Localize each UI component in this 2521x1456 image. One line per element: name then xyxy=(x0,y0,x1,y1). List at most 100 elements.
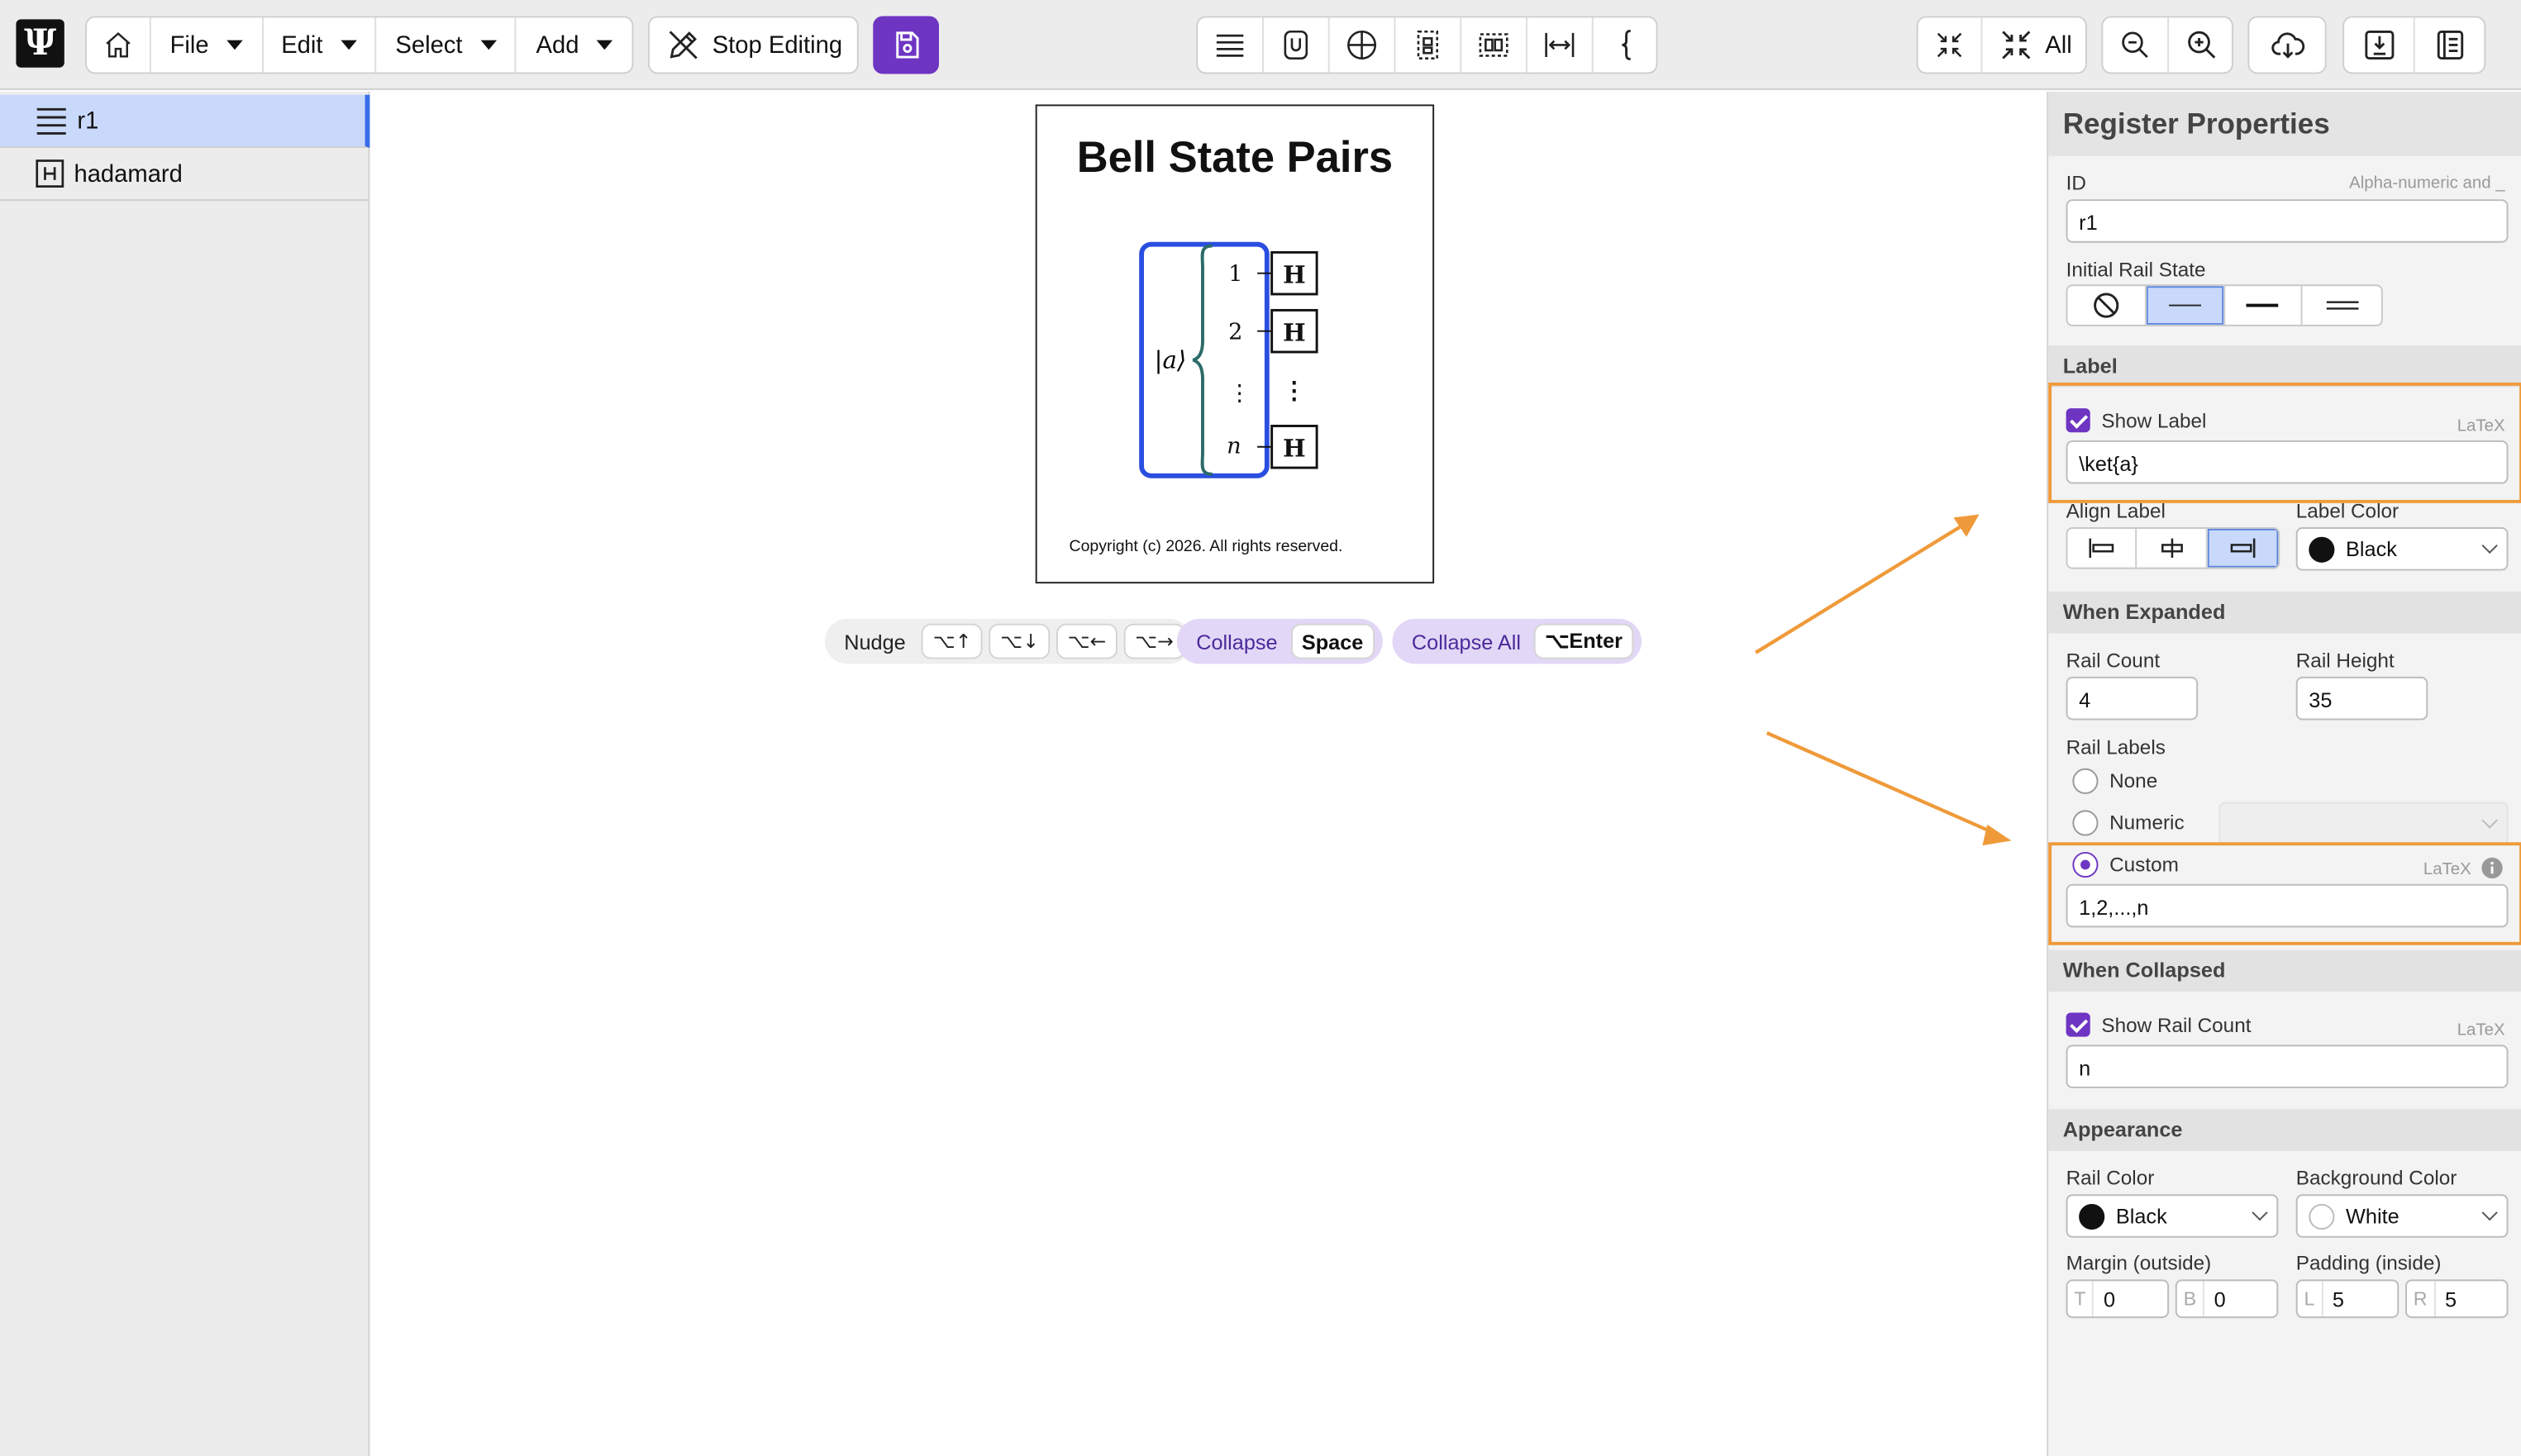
gate-label: H xyxy=(1283,318,1306,346)
label-field[interactable]: \ket{a} xyxy=(2066,440,2509,484)
rail-height-field[interactable]: 35 xyxy=(2295,676,2428,721)
save-icon xyxy=(895,31,918,59)
rail-label-2: 2 xyxy=(1228,319,1242,345)
stretch-button[interactable] xyxy=(1527,17,1594,73)
align-right-button[interactable] xyxy=(2207,528,2279,568)
collapse-all-button[interactable]: All xyxy=(1982,17,2085,72)
view-tools xyxy=(2342,16,2486,74)
chevron-down-icon xyxy=(479,40,497,50)
rail-color-label: Rail Color xyxy=(2066,1167,2155,1190)
chevron-down-icon xyxy=(340,40,357,50)
gate-label: H xyxy=(1283,260,1306,288)
rail-labels-none-text: None xyxy=(2109,769,2158,792)
register-icon xyxy=(1216,34,1244,57)
add-measure-button[interactable] xyxy=(1264,17,1330,73)
align-left-icon xyxy=(2089,538,2114,558)
rail-count-field[interactable]: 4 xyxy=(2066,676,2199,721)
zoom-out-button[interactable] xyxy=(2103,17,2170,73)
cloud-download-icon xyxy=(2271,32,2304,59)
add-register-button[interactable] xyxy=(1198,17,1264,73)
collapse-label: Collapse xyxy=(1196,629,1278,654)
initial-rail-state-label: Initial Rail State xyxy=(2066,259,2206,282)
stop-editing-button[interactable]: Stop Editing xyxy=(647,16,859,74)
label-color-select[interactable]: Black xyxy=(2295,527,2509,571)
add-menu[interactable]: Add xyxy=(517,17,631,72)
zoom-in-icon xyxy=(2188,31,2216,59)
app-logo[interactable]: Ψ xyxy=(16,19,64,68)
rail-label-n: n xyxy=(1227,434,1241,459)
padding-left-prefix: L xyxy=(2298,1281,2323,1317)
collapse-all-icon xyxy=(2002,31,2031,59)
id-field[interactable]: r1 xyxy=(2066,199,2509,243)
circuit-diagram: |a⟩ 1 2 ⋮ n H H H ⋮ xyxy=(1139,241,1318,478)
margin-top-field[interactable]: T0 xyxy=(2066,1279,2170,1319)
group-icon xyxy=(1417,30,1438,59)
nudge-label: Nudge xyxy=(844,629,906,654)
numeric-format-select[interactable] xyxy=(2218,802,2509,846)
nudge-down-key: ⌥↓ xyxy=(989,623,1051,659)
align-left-button[interactable] xyxy=(2068,528,2137,568)
chevron-down-icon xyxy=(596,40,613,50)
edit-menu[interactable]: Edit xyxy=(263,17,377,73)
collapse-button[interactable] xyxy=(1918,17,1983,73)
rail-labels-custom-radio[interactable] xyxy=(2072,851,2099,878)
insert-tools xyxy=(1196,16,1658,74)
add-ungroup-button[interactable] xyxy=(1461,17,1527,73)
info-icon[interactable] xyxy=(2480,857,2503,879)
sidebar-item-r1[interactable]: r1 xyxy=(0,94,370,148)
save-button[interactable] xyxy=(873,16,939,74)
add-target-button[interactable] xyxy=(1330,17,1396,73)
collapse-shortcut[interactable]: Collapse Space xyxy=(1176,618,1383,664)
collapse-tools: All xyxy=(1916,16,2087,74)
file-menu-label: File xyxy=(169,31,209,59)
show-label-checkbox[interactable] xyxy=(2066,408,2090,433)
chevron-down-icon xyxy=(2481,537,2498,554)
sidebar-item-hadamard[interactable]: hadamard xyxy=(0,148,370,202)
add-group-button[interactable] xyxy=(1395,17,1462,73)
target-icon xyxy=(1347,30,1377,59)
download-button[interactable] xyxy=(2247,16,2327,74)
show-rail-count-checkbox[interactable] xyxy=(2066,1012,2090,1037)
no-rail-icon xyxy=(2093,293,2119,318)
collapsed-label-field[interactable]: n xyxy=(2066,1044,2509,1088)
stop-editing-label: Stop Editing xyxy=(712,31,843,59)
collapse-all-shortcut[interactable]: Collapse All ⌥Enter xyxy=(1392,618,1642,664)
label-color-text: Label Color xyxy=(2295,499,2399,523)
padding-left-value: 5 xyxy=(2332,1287,2344,1311)
zoom-in-button[interactable] xyxy=(2169,17,2232,72)
add-brace-button[interactable] xyxy=(1594,17,1656,72)
show-label-text: Show Label xyxy=(2101,410,2207,433)
home-button[interactable] xyxy=(87,17,151,73)
rail-state-none[interactable] xyxy=(2068,286,2147,325)
chevron-down-icon xyxy=(2481,1205,2498,1221)
code-view-button[interactable] xyxy=(2344,17,2415,73)
sidebar-item-label: r1 xyxy=(77,107,99,135)
padding-left-field[interactable]: L5 xyxy=(2295,1279,2399,1319)
rail-state-thick[interactable] xyxy=(2224,286,2304,325)
custom-rail-labels-field[interactable]: 1,2,...,n xyxy=(2066,883,2509,928)
section-when-expanded: When Expanded xyxy=(2048,591,2521,634)
rail-state-thin[interactable] xyxy=(2146,286,2225,325)
rail-color-select[interactable]: Black xyxy=(2066,1194,2279,1238)
rail-labels-none-radio[interactable] xyxy=(2072,768,2099,794)
file-menu[interactable]: File xyxy=(151,17,264,73)
notebook-button[interactable] xyxy=(2415,17,2485,72)
edit-menu-label: Edit xyxy=(281,31,323,59)
pencil-off-icon xyxy=(669,31,698,59)
rail-color-value: Black xyxy=(2115,1203,2167,1229)
rail-labels-numeric-radio[interactable] xyxy=(2072,810,2099,836)
select-menu-label: Select xyxy=(395,31,463,59)
brace-icon xyxy=(1622,29,1631,60)
collapse-all-shortcut-label: Collapse All xyxy=(1411,629,1522,654)
rail-height-label: Rail Height xyxy=(2295,649,2395,673)
collapse-key: Space xyxy=(1290,623,1375,659)
margin-label: Margin (outside) xyxy=(2066,1252,2212,1275)
rail-label-dots: ⋮ xyxy=(1228,380,1251,406)
padding-right-field[interactable]: R5 xyxy=(2405,1279,2509,1319)
background-color-select[interactable]: White xyxy=(2295,1194,2509,1238)
align-center-button[interactable] xyxy=(2137,528,2208,568)
select-menu[interactable]: Select xyxy=(376,17,517,73)
margin-bottom-field[interactable]: B0 xyxy=(2175,1279,2279,1319)
margin-top-value: 0 xyxy=(2103,1287,2116,1311)
rail-state-double[interactable] xyxy=(2303,286,2381,325)
